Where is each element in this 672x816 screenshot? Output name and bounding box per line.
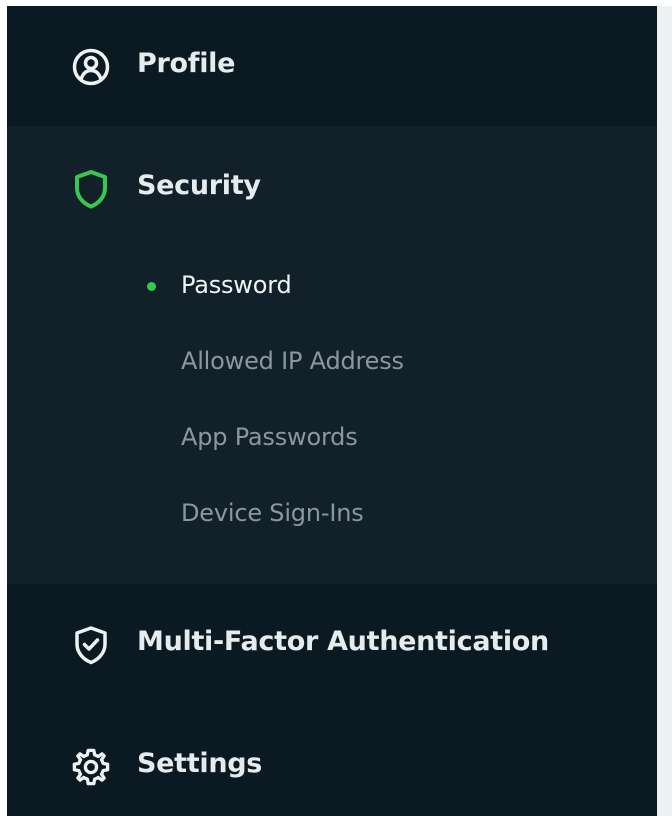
user-circle-icon [69, 45, 113, 89]
app-frame: Profile Security Password Allowed IP Add… [0, 0, 672, 816]
content-area-edge [657, 6, 672, 816]
sidebar: Profile Security Password Allowed IP Add… [7, 6, 657, 816]
sidebar-item-security[interactable]: Security [7, 164, 657, 214]
sub-item-password[interactable]: Password [181, 271, 292, 299]
sub-item-allowed-ip-address[interactable]: Allowed IP Address [181, 347, 404, 375]
gear-icon [69, 745, 113, 789]
sidebar-item-settings[interactable]: Settings [7, 742, 657, 792]
shield-icon [69, 167, 113, 211]
active-indicator-dot [147, 282, 156, 291]
sidebar-item-label: Security [137, 170, 261, 201]
sub-item-device-sign-ins[interactable]: Device Sign-Ins [181, 499, 364, 527]
security-section: Security Password Allowed IP Address App… [7, 126, 657, 584]
sidebar-item-label: Profile [137, 48, 236, 79]
sidebar-item-label: Settings [137, 748, 263, 779]
sidebar-item-multi-factor-authentication[interactable]: Multi-Factor Authentication [7, 620, 657, 670]
sidebar-item-profile[interactable]: Profile [7, 42, 657, 92]
sidebar-item-label: Multi-Factor Authentication [137, 626, 549, 657]
sub-item-app-passwords[interactable]: App Passwords [181, 423, 358, 451]
shield-check-icon [69, 623, 113, 667]
